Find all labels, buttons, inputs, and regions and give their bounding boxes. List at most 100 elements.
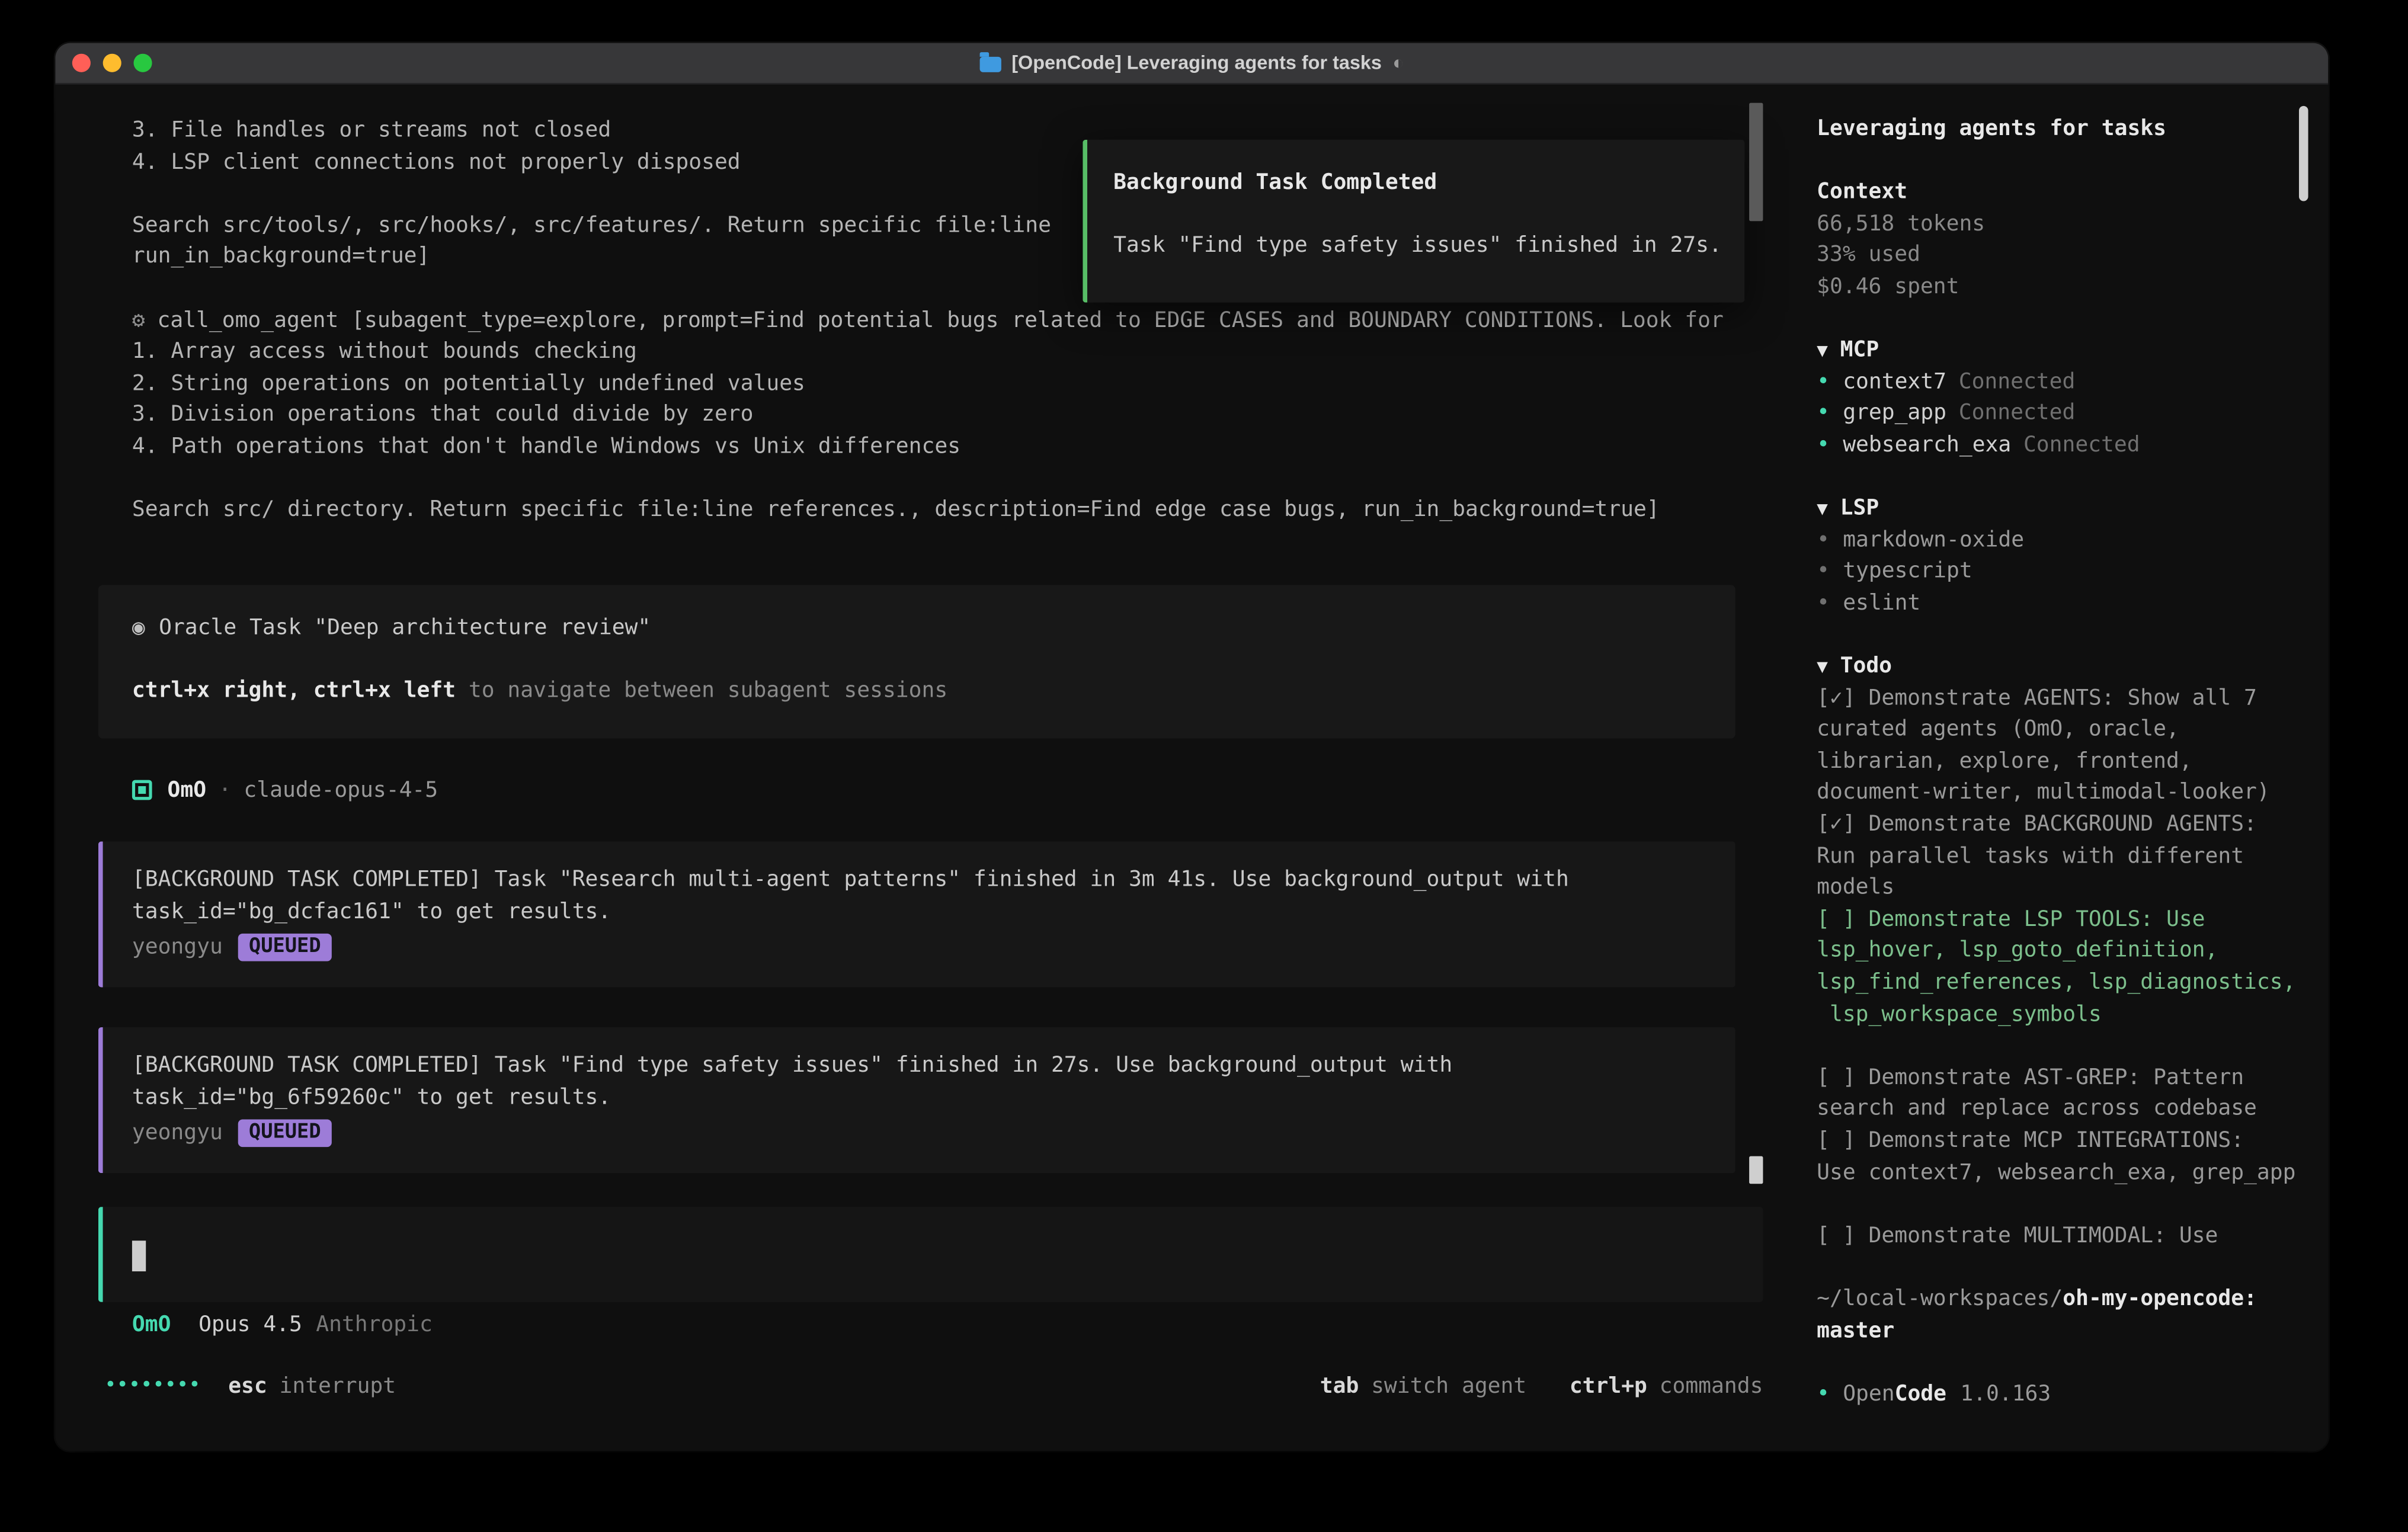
context-used: 33% used <box>1817 240 2328 271</box>
sidebar: Leveraging agents for tasks Context 66,5… <box>1794 85 2328 1451</box>
main-scrollbar-upper-thumb[interactable] <box>1749 103 1763 222</box>
background-task-toast: Background Task Completed Task "Find typ… <box>1083 140 1744 303</box>
window-content: 3. File handles or streams not closed 4.… <box>55 85 2328 1451</box>
workspace-branch: master <box>1817 1315 2328 1347</box>
model-bar: OmO Opus 4.5 Anthropic <box>132 1308 433 1340</box>
text-cursor <box>132 1241 146 1271</box>
minimize-button[interactable] <box>103 54 121 72</box>
todo-item-line: [✓] Demonstrate BACKGROUND AGENTS: <box>1817 809 2328 841</box>
app-window: [OpenCode] Leveraging agents for tasks ◐… <box>55 43 2328 1451</box>
lsp-section-header[interactable]: ▼LSP <box>1817 493 2328 524</box>
lsp-item: •markdown-oxide <box>1817 525 2328 556</box>
status-bar-right: tab switch agent ctrl+p commands <box>1320 1373 1763 1398</box>
lsp-item: •eslint <box>1817 588 2328 619</box>
status-bar-left: •••••••• esc interrupt <box>104 1373 396 1398</box>
lsp-heading: LSP <box>1840 496 1879 520</box>
agent-square-icon <box>132 780 152 800</box>
cmd-key-label: commands <box>1660 1373 1763 1398</box>
todo-section-header[interactable]: ▼ Todo <box>1817 651 2328 682</box>
chevron-down-icon: ▼ <box>1817 339 1828 361</box>
status-bar: •••••••• esc interrupt tab switch agent … <box>104 1370 1763 1402</box>
todo-item-line: [✓] Demonstrate AGENTS: Show all 7 <box>1817 683 2328 714</box>
record-icon: ◉ <box>132 616 145 640</box>
oracle-task-title-line: ◉ Oracle Task "Deep architecture review" <box>132 613 1735 644</box>
bullet-icon: • <box>1817 556 1843 588</box>
bullet-icon: • <box>1817 367 1843 398</box>
gear-icon: ⚙ <box>132 308 145 332</box>
traffic-lights <box>72 54 152 72</box>
tab-key-label: switch agent <box>1371 1373 1526 1398</box>
log-line: 2. String operations on potentially unde… <box>132 368 1778 399</box>
todo-item-line: [ ] Demonstrate AST-GREP: Pattern <box>1817 1062 2328 1094</box>
model-bar-model: Opus 4.5 <box>198 1312 302 1337</box>
todo-item-line: lsp_workspace_symbols <box>1817 999 2328 1030</box>
main-scrollbar-thumb[interactable] <box>1749 1156 1763 1184</box>
log-line: 4. Path operations that don't handle Win… <box>132 431 1778 463</box>
close-button[interactable] <box>72 54 91 72</box>
titlebar[interactable]: [OpenCode] Leveraging agents for tasks ◐ <box>55 43 2328 85</box>
todo-item-line: models <box>1817 873 2328 904</box>
app-version-footer: •OpenCode1.0.163 <box>1817 1379 2328 1410</box>
agent-model: claude-opus-4-5 <box>244 778 438 802</box>
log-line: 1. Array access without bounds checking <box>132 336 1778 368</box>
todo-item-line: document-writer, multimodal-looker) <box>1817 778 2328 809</box>
message-author: yeongyu <box>132 1121 223 1146</box>
esc-key-label: interrupt <box>280 1373 396 1398</box>
bullet-icon: • <box>1817 525 1843 556</box>
todo-item-line: [ ] Demonstrate MCP INTEGRATIONS: <box>1817 1126 2328 1157</box>
toast-title: Background Task Completed <box>1113 168 1726 199</box>
model-bar-agent: OmO <box>132 1312 171 1337</box>
agent-name: OmO <box>168 778 207 802</box>
log-line: 3. Division operations that could divide… <box>132 400 1778 431</box>
bullet-icon: • <box>1817 398 1843 430</box>
context-spent: $0.46 spent <box>1817 272 2328 303</box>
todo-item-line: search and replace across codebase <box>1817 1094 2328 1125</box>
toast-body: Task "Find type safety issues" finished … <box>1113 230 1726 262</box>
session-state-icon: ◐ <box>1392 52 1404 73</box>
todo-item-line: Run parallel tasks with different <box>1817 841 2328 872</box>
todo-item-line: [ ] Demonstrate MULTIMODAL: Use <box>1817 1220 2328 1252</box>
message-author: yeongyu <box>132 935 223 960</box>
todo-heading: Todo <box>1840 654 1892 678</box>
message-meta: yeongyu QUEUED <box>132 1118 1705 1149</box>
context-heading: Context <box>1817 177 2328 209</box>
terminal-main: 3. File handles or streams not closed 4.… <box>55 85 1794 1451</box>
model-bar-provider: Anthropic <box>316 1312 433 1337</box>
spinner-dots: •••••••• <box>104 1374 200 1398</box>
message-background-task-1: [BACKGROUND TASK COMPLETED] Task "Resear… <box>98 841 1735 987</box>
sidebar-scrollbar-thumb[interactable] <box>2299 106 2308 201</box>
oracle-task-title: Oracle Task "Deep architecture review" <box>159 616 651 640</box>
tool-call-text: call_omo_agent [subagent_type=explore, p… <box>158 308 1724 332</box>
bullet-icon: • <box>1817 1379 1843 1410</box>
context-tokens: 66,518 tokens <box>1817 209 2328 240</box>
todo-item-line: curated agents (OmO, oracle, <box>1817 714 2328 746</box>
separator-dot: · <box>219 778 232 802</box>
bullet-icon: • <box>1817 588 1843 619</box>
esc-key-hint: esc <box>228 1373 267 1398</box>
cmd-key-hint: ctrl+p <box>1570 1373 1647 1398</box>
todo-item-line: lsp_find_references, lsp_diagnostics, <box>1817 967 2328 999</box>
prompt-input[interactable] <box>98 1207 1763 1302</box>
log-line: Search src/ directory. Return specific f… <box>132 495 1778 526</box>
hint-keys: ctrl+x right, ctrl+x left <box>132 679 456 703</box>
window-title: [OpenCode] Leveraging agents for tasks ◐ <box>979 52 1404 73</box>
todo-item-line: Use context7, websearch_exa, grep_app <box>1817 1157 2328 1188</box>
mcp-item: •grep_appConnected <box>1817 398 2328 430</box>
mcp-section-header[interactable]: ▼ MCP <box>1817 335 2328 366</box>
message-meta: yeongyu QUEUED <box>132 932 1705 963</box>
workspace-path: ~/local-workspaces/oh-my-opencode: <box>1817 1284 2328 1315</box>
mcp-heading: MCP <box>1840 338 1879 363</box>
todo-item-line: [ ] Demonstrate LSP TOOLS: Use <box>1817 904 2328 935</box>
chevron-down-icon: ▼ <box>1817 656 1828 677</box>
tab-key-hint: tab <box>1320 1373 1359 1398</box>
hint-text: to navigate between subagent sessions <box>456 679 947 703</box>
tool-call-line: ⚙ call_omo_agent [subagent_type=explore, … <box>132 305 1778 336</box>
status-badge: QUEUED <box>238 1120 332 1148</box>
zoom-button[interactable] <box>133 54 152 72</box>
mcp-item: •websearch_exaConnected <box>1817 430 2328 461</box>
message-text: [BACKGROUND TASK COMPLETED] Task "Resear… <box>132 864 1705 928</box>
todo-item-line: lsp_hover, lsp_goto_definition, <box>1817 936 2328 967</box>
window-title-text: [OpenCode] Leveraging agents for tasks <box>1011 52 1382 73</box>
message-background-task-2: [BACKGROUND TASK COMPLETED] Task "Find t… <box>98 1027 1735 1173</box>
log-line <box>132 463 1778 495</box>
